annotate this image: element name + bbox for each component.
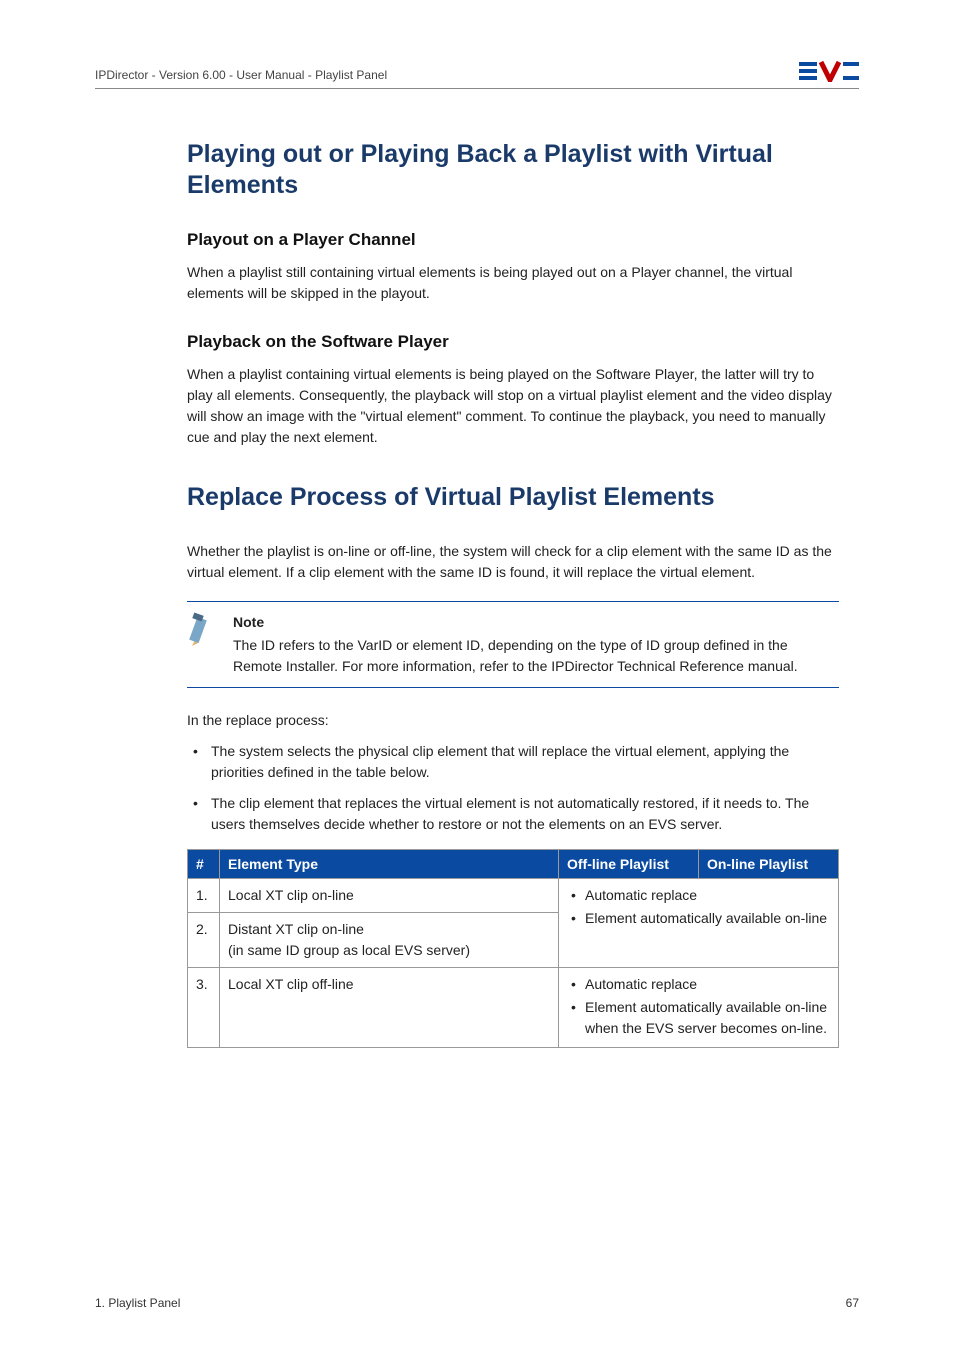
section-heading-playing-out: Playing out or Playing Back a Playlist w…: [187, 139, 839, 202]
bullet-list: The system selects the physical clip ele…: [187, 741, 839, 835]
section-heading-replace-process: Replace Process of Virtual Playlist Elem…: [187, 482, 839, 513]
page-header: IPDirector - Version 6.00 - User Manual …: [95, 60, 859, 89]
note-callout: Note The ID refers to the VarID or eleme…: [187, 601, 839, 688]
paragraph: When a playlist containing virtual eleme…: [187, 364, 839, 448]
table-header-num: #: [188, 849, 220, 878]
table-cell-result: Automatic replace Element automatically …: [559, 967, 839, 1047]
footer-page-number: 67: [846, 1296, 859, 1310]
replace-priority-table: # Element Type Off-line Playlist On-line…: [187, 849, 839, 1048]
note-body: The ID refers to the VarID or element ID…: [233, 637, 798, 674]
table-cell-num: 1.: [188, 878, 220, 912]
header-breadcrumb: IPDirector - Version 6.00 - User Manual …: [95, 68, 387, 82]
table-header-online: On-line Playlist: [699, 849, 839, 878]
paragraph: In the replace process:: [187, 710, 839, 731]
table-header-type: Element Type: [220, 849, 559, 878]
table-header-offline: Off-line Playlist: [559, 849, 699, 878]
note-label: Note: [233, 612, 839, 633]
table-cell-result: Automatic replace Element automatically …: [559, 878, 839, 967]
subheading-playback-software-player: Playback on the Software Player: [187, 332, 839, 352]
list-item: Element automatically available on-line …: [567, 997, 830, 1039]
list-item: The system selects the physical clip ele…: [187, 741, 839, 783]
note-text: Note The ID refers to the VarID or eleme…: [233, 612, 839, 677]
list-item: Element automatically available on-line: [567, 908, 830, 929]
table-cell-type: Distant XT clip on-line (in same ID grou…: [220, 912, 559, 967]
table-cell-type: Local XT clip on-line: [220, 878, 559, 912]
subheading-playout-player-channel: Playout on a Player Channel: [187, 230, 839, 250]
page-footer: 1. Playlist Panel 67: [95, 1296, 859, 1310]
table-cell-num: 2.: [188, 912, 220, 967]
pencil-icon: [187, 612, 219, 677]
evs-logo: [799, 60, 859, 82]
paragraph: When a playlist still containing virtual…: [187, 262, 839, 304]
page-content: Playing out or Playing Back a Playlist w…: [187, 139, 839, 1048]
table-cell-line: (in same ID group as local EVS server): [228, 942, 470, 958]
list-item: Automatic replace: [567, 885, 830, 906]
table-row: 3. Local XT clip off-line Automatic repl…: [188, 967, 839, 1047]
table-row: 1. Local XT clip on-line Automatic repla…: [188, 878, 839, 912]
table-cell-num: 3.: [188, 967, 220, 1047]
table-cell-line: Distant XT clip on-line: [228, 921, 364, 937]
footer-section: 1. Playlist Panel: [95, 1296, 180, 1310]
list-item: Automatic replace: [567, 974, 830, 995]
list-item: The clip element that replaces the virtu…: [187, 793, 839, 835]
paragraph: Whether the playlist is on-line or off-l…: [187, 541, 839, 583]
table-cell-type: Local XT clip off-line: [220, 967, 559, 1047]
